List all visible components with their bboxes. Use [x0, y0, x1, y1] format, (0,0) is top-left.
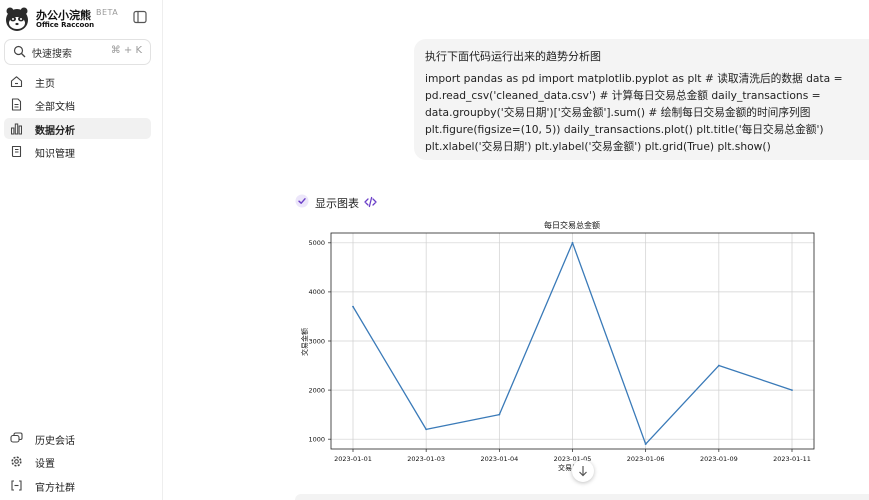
nav-item-data-analysis[interactable]: 数据分析 — [4, 118, 151, 139]
chart-title: 每日交易总金额 — [544, 220, 600, 230]
y-tick-label: 1000 — [308, 435, 325, 443]
data-point — [425, 428, 428, 431]
scroll-down-button[interactable] — [572, 460, 594, 482]
home-icon — [10, 76, 23, 88]
chat-history-icon — [10, 432, 23, 443]
x-tick-label: 2023-01-09 — [700, 455, 738, 463]
gear-icon — [11, 456, 22, 467]
search-shortcut: ⌘ + K — [110, 45, 142, 56]
nav-label: 知识管理 — [35, 149, 75, 160]
x-tick-label: 2023-01-03 — [407, 455, 445, 463]
beta-badge: BETA — [96, 8, 119, 17]
book-icon — [11, 145, 22, 158]
nav-item-documents[interactable]: 全部文档 — [4, 94, 151, 115]
y-tick-label: 4000 — [308, 288, 325, 296]
input-area-edge — [295, 494, 869, 500]
nav-item-home[interactable]: 主页 — [4, 71, 151, 92]
user-message: 执行下面代码运行出来的趋势分析图 import pandas as pd imp… — [414, 39, 869, 160]
search-box[interactable]: 快速搜索 ⌘ + K — [4, 39, 151, 65]
data-point — [352, 305, 354, 308]
line-chart: 每日交易总金额 交易金额 交易日期 2023-01-012023-01-0320… — [300, 220, 815, 472]
nav-label: 数据分析 — [35, 126, 75, 137]
data-point — [498, 413, 501, 416]
y-tick-label: 2000 — [308, 386, 325, 394]
code-icon[interactable] — [364, 196, 377, 208]
bar-chart-icon — [11, 123, 23, 135]
nav-item-community[interactable]: 官方社群 — [4, 475, 151, 496]
brand-subtitle: Office Raccoon — [36, 21, 95, 29]
message-code: import pandas as pd import matplotlib.py… — [425, 72, 843, 153]
x-tick-label: 2023-01-11 — [773, 455, 811, 463]
raccoon-logo-icon — [6, 7, 28, 31]
nav-item-settings[interactable]: 设置 — [4, 451, 151, 472]
data-point — [644, 443, 647, 445]
nav-label: 设置 — [35, 459, 55, 470]
data-point — [717, 364, 720, 367]
x-tick-label: 2023-01-04 — [480, 455, 518, 463]
chart-container: 每日交易总金额 交易金额 交易日期 2023-01-012023-01-0320… — [295, 212, 830, 480]
nav-item-knowledge[interactable]: 知识管理 — [4, 141, 151, 162]
x-tick-label: 2023-01-06 — [627, 455, 665, 463]
document-icon — [11, 98, 22, 111]
y-tick-label: 5000 — [308, 239, 325, 247]
nav-label: 主页 — [35, 79, 55, 90]
sidebar: 办公小浣熊 BETA Office Raccoon 快速搜索 ⌘ + K 主页 … — [0, 0, 163, 500]
arrow-down-icon — [579, 466, 587, 477]
y-tick-label: 3000 — [308, 337, 325, 345]
community-icon — [11, 480, 22, 491]
search-label: 快速搜索 — [32, 49, 72, 60]
nav-label: 官方社群 — [35, 483, 75, 494]
data-point — [791, 389, 793, 391]
nav-label: 历史会话 — [35, 436, 75, 447]
data-point — [571, 241, 574, 244]
sidebar-toggle-icon[interactable] — [133, 10, 147, 24]
tool-label: 显示图表 — [315, 197, 359, 210]
search-icon — [13, 45, 26, 58]
x-tick-label: 2023-01-01 — [334, 455, 372, 463]
nav-label: 全部文档 — [35, 102, 75, 113]
nav-item-history[interactable]: 历史会话 — [4, 428, 151, 449]
message-title: 执行下面代码运行出来的趋势分析图 — [425, 50, 601, 63]
check-icon — [295, 194, 309, 208]
